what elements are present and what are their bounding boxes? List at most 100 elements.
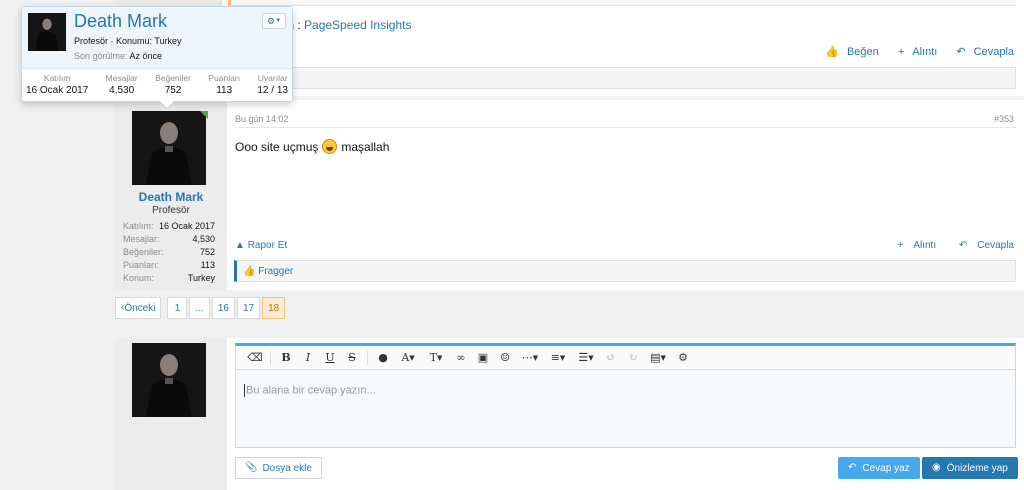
last-seen: Son görülme: Az önce <box>74 51 162 61</box>
attach-label: Dosya ekle <box>262 462 312 474</box>
author-title: Profesör <box>152 205 190 216</box>
editor-toolbar: ⌫ B I U S ● A ▼ T ▼ ∞ ▣ ☺ ⋯ ▼ ≡ ▼ ☰ ▼ ↺ ↻ ▤ ▼ … <box>236 346 1015 370</box>
list-icon[interactable]: ☰ ▼ <box>572 347 600 369</box>
drop-icon[interactable]: ● <box>372 347 394 369</box>
member-stat: Beğeniler 752 <box>155 73 191 96</box>
stat-value: 4,530 <box>192 234 215 244</box>
strikethrough-button[interactable]: S <box>341 347 363 369</box>
report-button[interactable]: ▲ Rapor Et <box>235 240 287 251</box>
reply-label: Cevapla <box>977 240 1014 251</box>
avatar[interactable] <box>132 111 206 185</box>
post-text-end: maşallah <box>341 139 390 154</box>
member-tooltip-header: Death Mark Profesör · Konumu: Turkey Son… <box>22 7 292 69</box>
underline-button[interactable]: U <box>319 347 341 369</box>
online-indicator <box>200 111 208 119</box>
member-name[interactable]: Death Mark <box>74 11 167 32</box>
current-page: 18 <box>262 297 286 319</box>
post-reply-button[interactable]: ↶ Cevap yaz <box>838 457 920 479</box>
reply-button[interactable]: ↶ Cevapla <box>949 240 1014 251</box>
font-color-button[interactable]: A ▼ <box>394 347 422 369</box>
avatar-image <box>132 111 206 185</box>
undo-icon[interactable]: ↺ <box>600 347 622 369</box>
stat-label: Puanları: <box>123 260 160 270</box>
italic-button[interactable]: I <box>297 347 319 369</box>
eraser-icon[interactable]: ⌫ <box>244 347 266 369</box>
toolbar-separator <box>367 350 368 365</box>
member-stat-label: Beğeniler <box>155 73 191 83</box>
preview-button[interactable]: ◉ Önizleme yap <box>922 457 1018 479</box>
prev-page-button[interactable]: ‹ Önceki <box>115 297 162 319</box>
font-size-button[interactable]: T ▼ <box>422 347 450 369</box>
stat-label: Katılım: <box>123 221 154 231</box>
member-stat-value: 12 / 13 <box>257 85 288 96</box>
quote-button[interactable]: + Alıntı <box>887 240 936 251</box>
prev-quote <box>228 0 1016 6</box>
member-tooltip: Death Mark Profesör · Konumu: Turkey Son… <box>21 6 293 102</box>
avatar[interactable] <box>132 343 206 417</box>
thumbs-up-icon: 👍 <box>825 46 839 58</box>
post-number[interactable]: #353 <box>994 114 1014 124</box>
font-size-label: T <box>429 351 437 364</box>
stat-row: Puanları: 113 <box>123 260 215 273</box>
align-icon[interactable]: ≡ ▼ <box>544 347 572 369</box>
more-icon[interactable]: ⋯ ▼ <box>516 347 544 369</box>
page-link[interactable]: 16 <box>211 297 235 319</box>
member-stats: Katılım 16 Ocak 2017 Mesajlar 4,530 Beğeni… <box>26 73 288 96</box>
pagespeed-link[interactable]: PageSpeed Insights <box>304 18 411 32</box>
quote-button[interactable]: + Alıntı <box>890 46 938 58</box>
prev-likes-bar: iri <box>234 67 1016 89</box>
avatar-image <box>132 343 206 417</box>
redo-icon[interactable]: ↻ <box>622 347 644 369</box>
reply-editor[interactable]: ⌫ B I U S ● A ▼ T ▼ ∞ ▣ ☺ ⋯ ▼ ≡ ▼ ☰ ▼ ↺ ↻ ▤ ▼ … <box>235 343 1016 448</box>
chevron-down-icon: ▼ <box>275 18 282 24</box>
report-label: Rapor Et <box>247 240 288 251</box>
smiley-icon[interactable]: ☺ <box>494 347 516 369</box>
post-text: Ooo site uçmuş <box>235 139 319 154</box>
image-icon[interactable]: ▣ <box>472 347 494 369</box>
font-color-label: A <box>401 351 410 364</box>
gear-icon: ⚙ <box>266 15 276 26</box>
member-stat-value: 16 Ocak 2017 <box>26 85 89 96</box>
member-stat-label: Mesajlar <box>105 73 138 83</box>
liked-by[interactable]: 👍 Fragger <box>243 266 293 277</box>
reply-icon: ↶ <box>848 462 857 473</box>
save-icon[interactable]: ▤ ▼ <box>644 347 672 369</box>
editor-placeholder[interactable]: Bu alana bir cevap yazın... <box>244 384 376 397</box>
member-stat-value: 752 <box>164 85 182 96</box>
bold-button[interactable]: B <box>275 347 297 369</box>
member-stat: Katılım 16 Ocak 2017 <box>26 73 88 96</box>
page-ellipsis[interactable]: ... <box>189 297 210 319</box>
member-stat-value: 4,530 <box>109 85 135 96</box>
page-link[interactable]: 17 <box>236 297 261 319</box>
paperclip-icon: 📎 <box>245 462 258 473</box>
avatar-image <box>28 13 66 51</box>
member-stat-value: 113 <box>216 85 233 96</box>
plus-icon: + <box>897 240 904 251</box>
preview-label: Önizleme yap <box>946 462 1008 474</box>
text-caret <box>244 384 245 397</box>
last-seen-label: Son görülme: <box>74 51 128 61</box>
gear-icon[interactable]: ⚙ <box>672 347 694 369</box>
tooltip-arrow <box>160 101 174 108</box>
like-button[interactable]: 👍 Beğen <box>817 46 879 58</box>
stat-row: Konum: Turkey <box>123 273 215 286</box>
post-date[interactable]: Bu gün 14:02 <box>235 114 289 124</box>
stat-value: Turkey <box>187 273 215 283</box>
author-name[interactable]: Death Mark <box>115 190 227 204</box>
attach-file-button[interactable]: 📎 Dosya ekle <box>235 457 322 479</box>
laughing-emoji-icon <box>322 139 338 154</box>
liked-by-name: Fragger <box>258 266 294 277</box>
link-icon[interactable]: ∞ <box>450 347 472 369</box>
prev-post-actions: 👍 Beğen + Alıntı ↶ Cevapla <box>809 46 1014 58</box>
avatar[interactable] <box>28 13 66 51</box>
page-link[interactable]: 1 <box>167 297 188 319</box>
member-stat: Mesajlar 4,530 <box>106 73 138 96</box>
warning-icon: ▲ <box>235 240 245 251</box>
reply-button[interactable]: ↶ Cevapla <box>948 46 1014 58</box>
likes-bar: 👍 Fragger <box>234 260 1016 282</box>
member-stat: Uyarılar 12 / 13 <box>257 73 288 96</box>
member-menu-button[interactable]: ⚙ ▼ <box>262 13 286 29</box>
stat-row: Beğeniler: 752 <box>123 247 215 260</box>
quote-label: Alıntı <box>913 240 937 251</box>
quote-label: Alıntı <box>912 46 938 58</box>
